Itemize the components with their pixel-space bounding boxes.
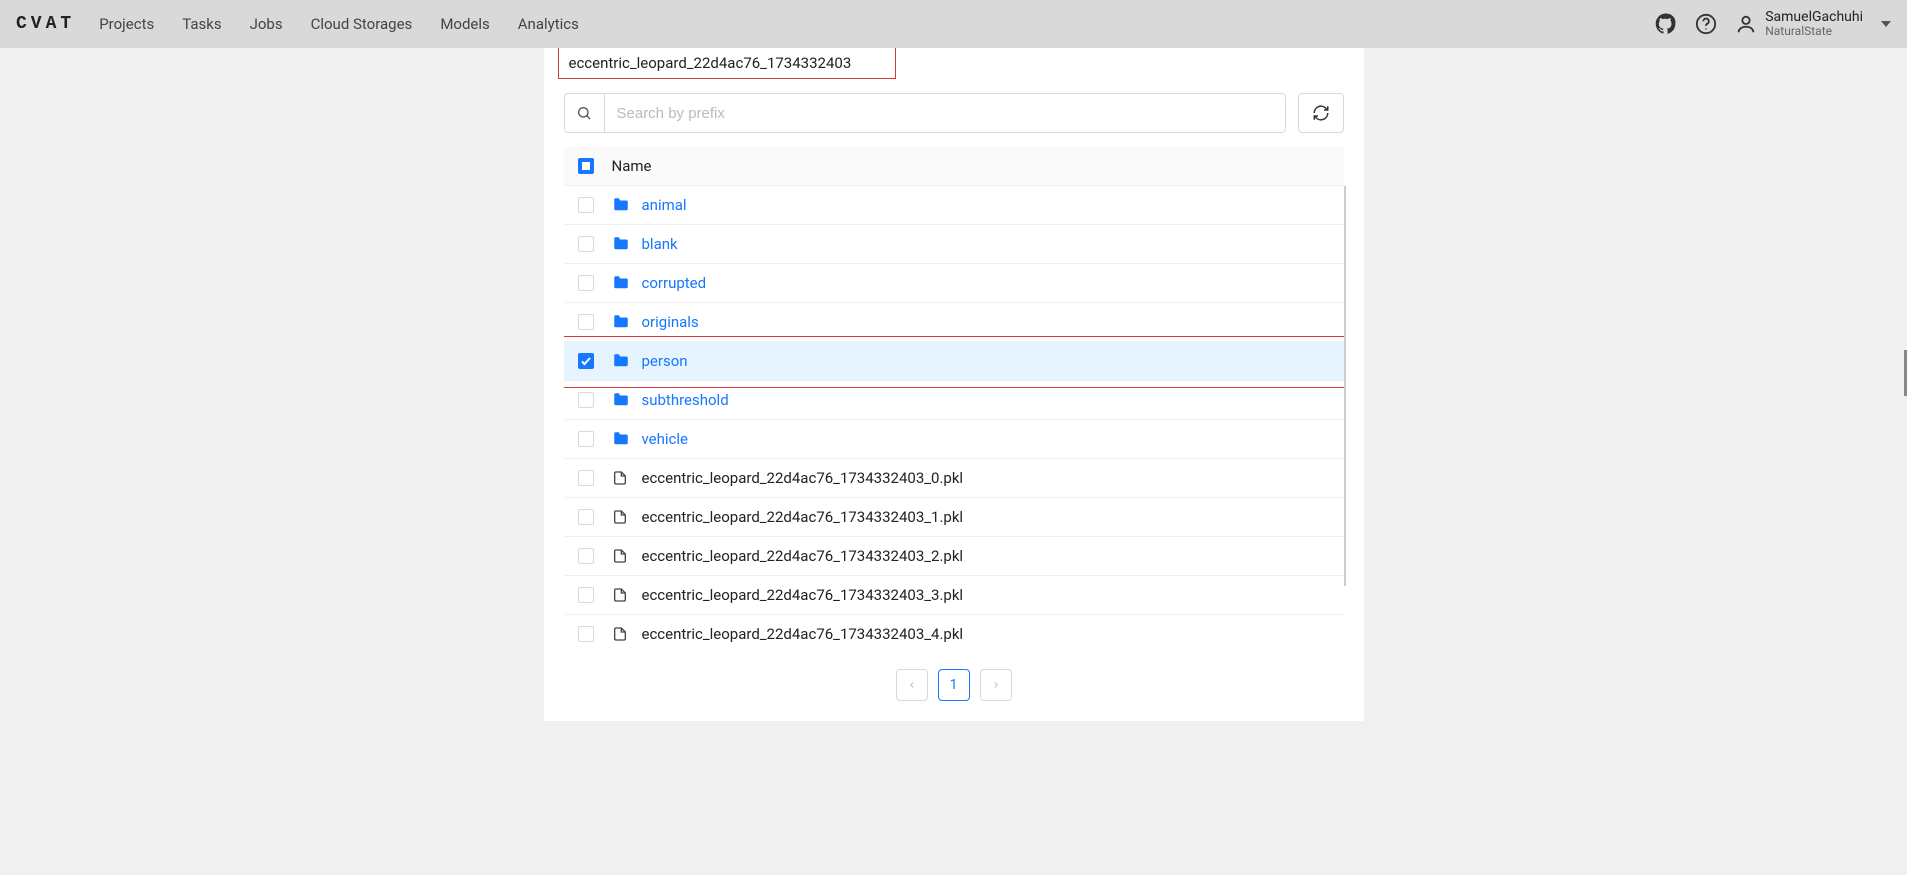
- user-org: NaturalState: [1765, 25, 1863, 38]
- file-row[interactable]: eccentric_leopard_22d4ac76_1734332403_1.…: [564, 498, 1344, 537]
- table-header: Name: [564, 147, 1344, 186]
- user-icon: [1735, 13, 1757, 35]
- search-input[interactable]: [605, 94, 1285, 132]
- row-checkbox[interactable]: [578, 509, 594, 525]
- folder-name[interactable]: blank: [642, 235, 678, 253]
- folder-name[interactable]: animal: [642, 196, 687, 214]
- column-header-name[interactable]: Name: [612, 157, 652, 175]
- file-name[interactable]: eccentric_leopard_22d4ac76_1734332403_4.…: [642, 625, 964, 643]
- file-row[interactable]: eccentric_leopard_22d4ac76_1734332403_2.…: [564, 537, 1344, 576]
- folder-row[interactable]: person: [564, 342, 1344, 381]
- folder-icon: [612, 235, 632, 253]
- app-header: CVAT Projects Tasks Jobs Cloud Storages Mode…: [0, 0, 1907, 48]
- row-checkbox[interactable]: [578, 197, 594, 213]
- pagination-next[interactable]: [980, 669, 1012, 701]
- file-icon: [612, 587, 632, 603]
- folder-row[interactable]: blank: [564, 225, 1344, 264]
- folder-row[interactable]: vehicle: [564, 420, 1344, 459]
- folder-name[interactable]: originals: [642, 313, 699, 331]
- row-checkbox[interactable]: [578, 275, 594, 291]
- row-checkbox[interactable]: [578, 470, 594, 486]
- nav-cloud-storages[interactable]: Cloud Storages: [311, 15, 413, 33]
- pagination: 1: [564, 669, 1344, 701]
- file-name[interactable]: eccentric_leopard_22d4ac76_1734332403_3.…: [642, 586, 964, 604]
- nav-projects[interactable]: Projects: [99, 15, 154, 33]
- file-icon: [612, 509, 632, 525]
- row-checkbox[interactable]: [578, 548, 594, 564]
- folder-icon: [612, 196, 632, 214]
- help-icon[interactable]: [1695, 13, 1717, 35]
- file-row[interactable]: eccentric_leopard_22d4ac76_1734332403_0.…: [564, 459, 1344, 498]
- folder-icon: [612, 430, 632, 448]
- header-right: SamuelGachuhi NaturalState: [1655, 10, 1891, 39]
- brand-logo[interactable]: CVAT: [16, 14, 75, 34]
- file-row[interactable]: eccentric_leopard_22d4ac76_1734332403_4.…: [564, 615, 1344, 653]
- chevron-down-icon: [1881, 21, 1891, 27]
- file-name[interactable]: eccentric_leopard_22d4ac76_1734332403_1.…: [642, 508, 964, 526]
- row-checkbox[interactable]: [578, 431, 594, 447]
- github-icon[interactable]: [1655, 13, 1677, 35]
- folder-name[interactable]: subthreshold: [642, 391, 729, 409]
- file-name[interactable]: eccentric_leopard_22d4ac76_1734332403_0.…: [642, 469, 964, 487]
- folder-name[interactable]: corrupted: [642, 274, 707, 292]
- row-checkbox[interactable]: [578, 392, 594, 408]
- row-checkbox[interactable]: [578, 587, 594, 603]
- file-name[interactable]: eccentric_leopard_22d4ac76_1734332403_2.…: [642, 547, 964, 565]
- scrollbar[interactable]: [1344, 186, 1346, 586]
- refresh-button[interactable]: [1298, 93, 1344, 133]
- breadcrumb-current[interactable]: eccentric_leopard_22d4ac76_1734332403: [558, 48, 896, 79]
- file-icon: [612, 626, 632, 642]
- select-all-checkbox[interactable]: [578, 158, 594, 174]
- nav-models[interactable]: Models: [440, 15, 489, 33]
- folder-icon: [612, 274, 632, 292]
- folder-icon: [612, 352, 632, 370]
- user-name: SamuelGachuhi: [1765, 10, 1863, 25]
- folder-row[interactable]: subthreshold: [564, 381, 1344, 420]
- main-nav: Projects Tasks Jobs Cloud Storages Models Ana…: [99, 15, 579, 33]
- file-browser-panel: eccentric_leopard_22d4ac76_1734332403 Na…: [544, 48, 1364, 721]
- user-menu[interactable]: SamuelGachuhi NaturalState: [1735, 10, 1891, 39]
- folder-row[interactable]: animal: [564, 186, 1344, 225]
- folder-row[interactable]: corrupted: [564, 264, 1344, 303]
- folder-icon: [612, 313, 632, 331]
- nav-analytics[interactable]: Analytics: [518, 15, 579, 33]
- file-icon: [612, 470, 632, 486]
- file-icon: [612, 548, 632, 564]
- file-list: animal blank corrupted originals person subth…: [564, 186, 1344, 653]
- folder-icon: [612, 391, 632, 409]
- row-checkbox[interactable]: [578, 236, 594, 252]
- pagination-prev[interactable]: [896, 669, 928, 701]
- nav-tasks[interactable]: Tasks: [182, 15, 221, 33]
- row-checkbox[interactable]: [578, 314, 594, 330]
- search-icon: [565, 94, 605, 132]
- row-checkbox[interactable]: [578, 626, 594, 642]
- nav-jobs[interactable]: Jobs: [250, 15, 283, 33]
- file-row[interactable]: eccentric_leopard_22d4ac76_1734332403_3.…: [564, 576, 1344, 615]
- folder-name[interactable]: vehicle: [642, 430, 689, 448]
- search-box: [564, 93, 1286, 133]
- row-checkbox[interactable]: [578, 353, 594, 369]
- folder-row[interactable]: originals: [564, 303, 1344, 342]
- folder-name[interactable]: person: [642, 352, 688, 370]
- pagination-page-1[interactable]: 1: [938, 669, 970, 701]
